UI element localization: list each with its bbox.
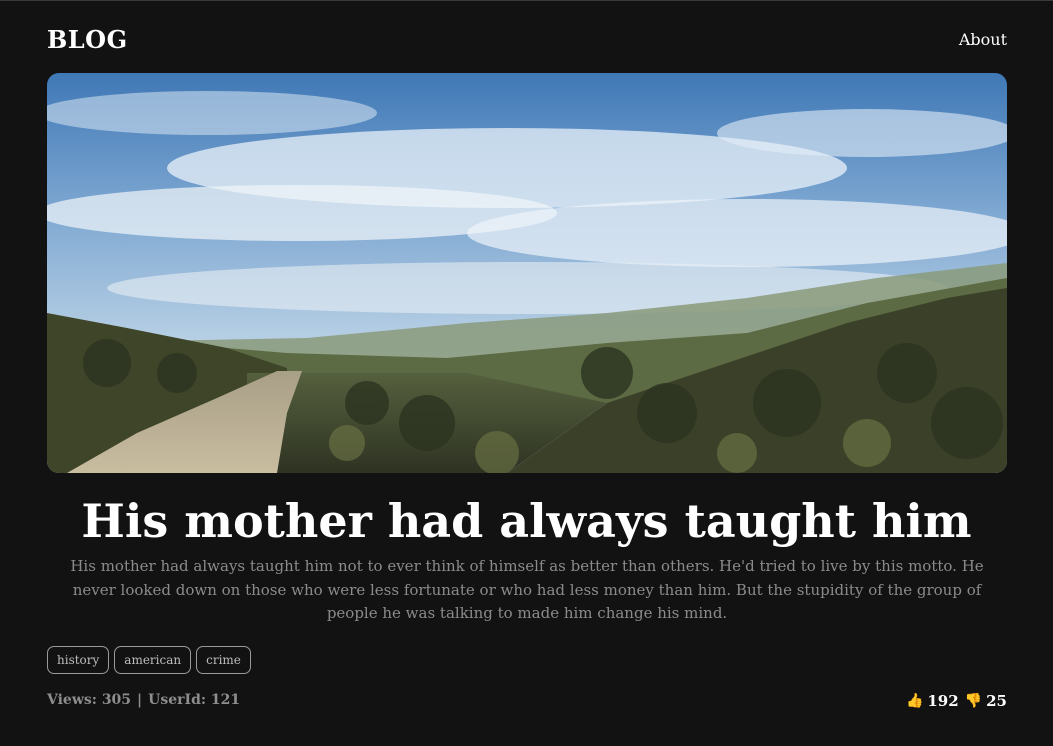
nav-about-link[interactable]: About bbox=[959, 30, 1007, 49]
post-body: His mother had always taught him not to … bbox=[70, 557, 984, 622]
dislike-button[interactable]: 👎 25 bbox=[965, 692, 1007, 710]
dislikes-count: 25 bbox=[986, 692, 1007, 710]
meta-separator: | bbox=[137, 692, 143, 708]
top-border bbox=[0, 0, 1053, 1]
user-id: UserId: 121 bbox=[148, 692, 241, 708]
post-reactions: 👍 192 👎 25 bbox=[906, 692, 1007, 710]
views-count: Views: 305 bbox=[47, 692, 132, 708]
like-button[interactable]: 👍 192 bbox=[906, 692, 959, 710]
tag-american[interactable]: american bbox=[114, 646, 192, 674]
post-title: His mother had always taught him bbox=[81, 494, 972, 548]
tag-history[interactable]: history bbox=[47, 646, 110, 674]
site-logo[interactable]: BLOG bbox=[47, 25, 128, 54]
likes-count: 192 bbox=[927, 692, 959, 710]
post-hero-image bbox=[47, 73, 1007, 473]
thumbs-down-icon: 👎 bbox=[964, 693, 983, 709]
tag-crime[interactable]: crime bbox=[196, 646, 251, 674]
post-tags: history american crime bbox=[47, 646, 251, 674]
thumbs-up-icon: 👍 bbox=[905, 693, 924, 709]
post-meta: Views: 305 | UserId: 121 bbox=[47, 692, 240, 708]
site-header: BLOG About bbox=[47, 22, 1007, 56]
